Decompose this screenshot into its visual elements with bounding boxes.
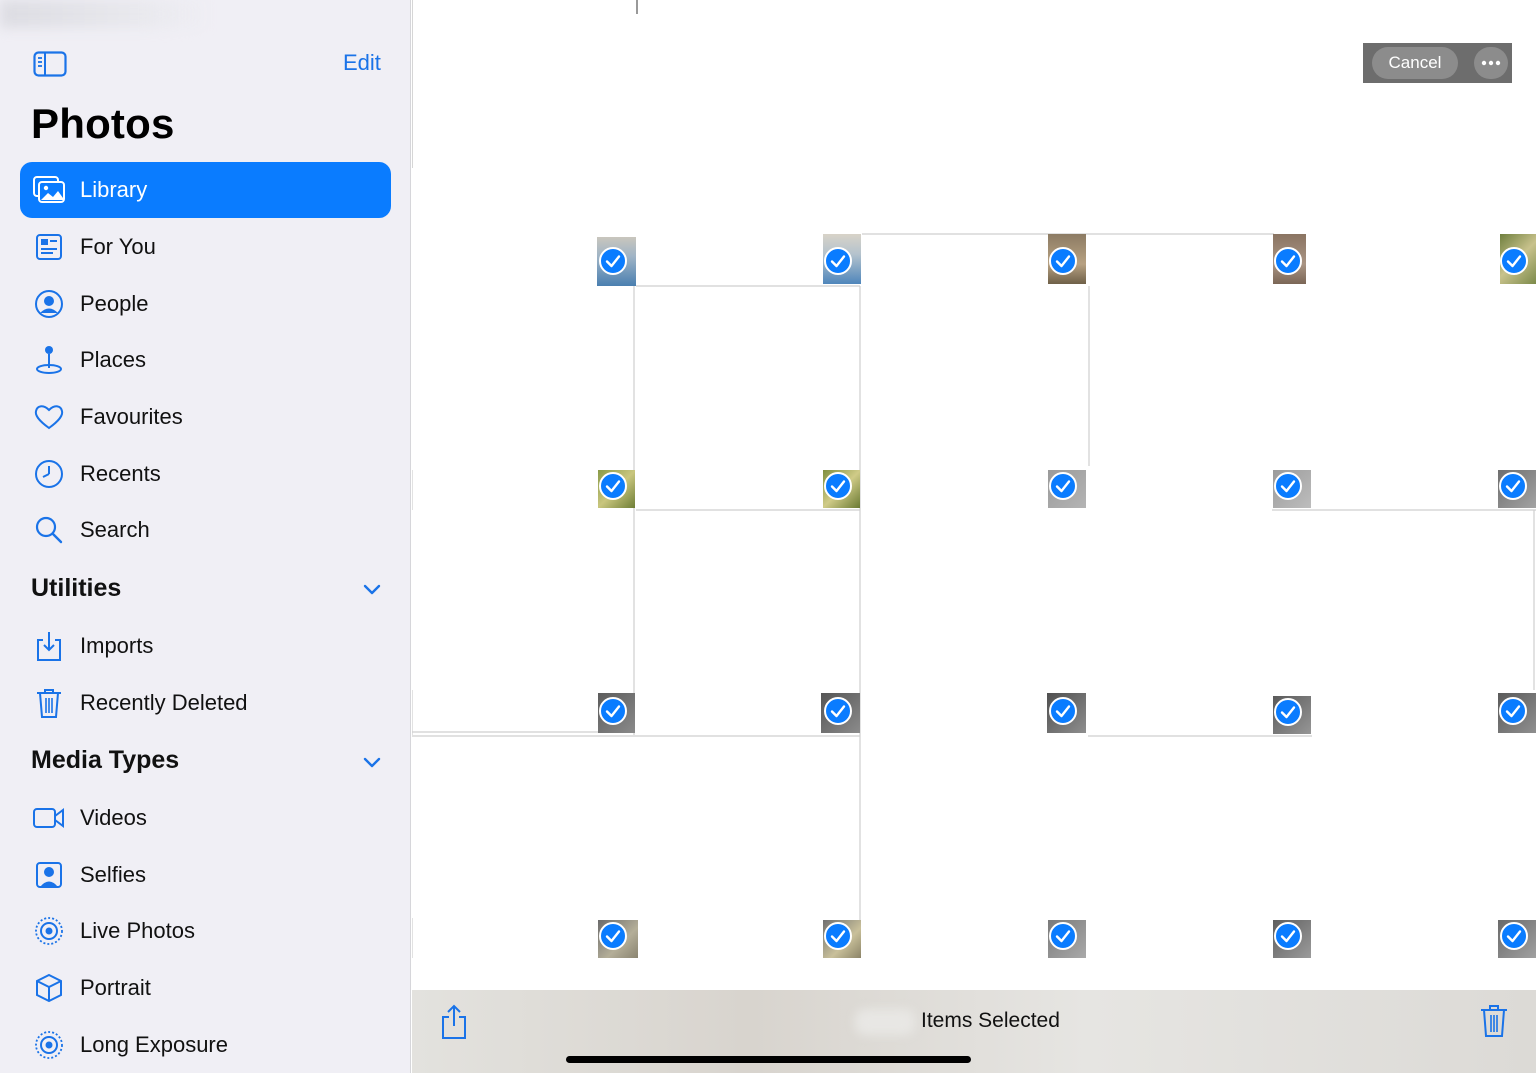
chevron-down-icon[interactable] — [361, 578, 383, 600]
more-options-button[interactable] — [1474, 47, 1508, 79]
selection-status: Items Selected — [921, 1009, 1060, 1032]
sidebar-item-recents[interactable]: Recents — [20, 446, 391, 502]
live-photo-icon — [33, 915, 65, 947]
selfie-icon — [33, 859, 65, 891]
sidebar-item-label: Imports — [80, 633, 154, 658]
clock-icon — [33, 458, 65, 490]
sidebar-item-label: Portrait — [80, 975, 151, 1000]
photo-grid-lines — [412, 0, 1536, 958]
sidebar-item-recently-deleted[interactable]: Recently Deleted — [20, 675, 391, 731]
sidebar-item-selfies[interactable]: Selfies — [20, 847, 391, 903]
home-indicator[interactable] — [566, 1056, 971, 1063]
sidebar-item-for-you[interactable]: For You — [20, 219, 391, 275]
sidebar-item-long-exposure[interactable]: Long Exposure — [20, 1017, 391, 1073]
sidebar-item-label: Selfies — [80, 862, 147, 887]
section-heading-media-types: Media Types — [31, 746, 180, 774]
library-icon — [33, 174, 65, 206]
checkmark-icon[interactable] — [599, 247, 627, 275]
share-icon[interactable] — [440, 1004, 468, 1040]
checkmark-icon[interactable] — [824, 697, 852, 725]
checkmark-icon[interactable] — [1049, 247, 1077, 275]
checkmark-icon[interactable] — [599, 472, 627, 500]
search-icon — [33, 514, 65, 546]
sidebar-item-favourites[interactable]: Favourites — [20, 389, 391, 445]
sidebar-item-people[interactable]: People — [20, 276, 391, 332]
edit-button[interactable]: Edit — [343, 50, 381, 76]
sidebar-item-videos[interactable]: Videos — [20, 790, 391, 846]
sidebar-item-label: For You — [80, 234, 156, 259]
trash-icon — [33, 687, 65, 719]
cancel-button[interactable]: Cancel — [1372, 47, 1458, 79]
chevron-down-icon[interactable] — [361, 751, 383, 773]
checkmark-icon[interactable] — [1499, 697, 1527, 725]
cube-icon — [33, 972, 65, 1004]
sidebar-item-label: People — [80, 291, 149, 316]
checkmark-icon[interactable] — [824, 247, 852, 275]
checkmark-icon[interactable] — [599, 697, 627, 725]
checkmark-icon[interactable] — [599, 922, 627, 950]
ellipsis-icon — [1481, 60, 1501, 66]
checkmark-icon[interactable] — [1274, 698, 1302, 726]
sidebar-item-imports[interactable]: Imports — [20, 618, 391, 674]
selection-count-blur — [855, 1009, 915, 1035]
checkmark-icon[interactable] — [1500, 922, 1528, 950]
sidebar-item-label: Long Exposure — [80, 1032, 228, 1057]
sidebar-item-places[interactable]: Places — [20, 332, 391, 388]
checkmark-icon[interactable] — [1274, 247, 1302, 275]
people-icon — [33, 288, 65, 320]
checkmark-icon[interactable] — [824, 922, 852, 950]
sidebar-item-label: Recently Deleted — [80, 690, 248, 715]
checkmark-icon[interactable] — [824, 472, 852, 500]
for-you-icon — [33, 231, 65, 263]
sidebar: Edit Photos Library For You People Place… — [0, 0, 411, 1073]
checkmark-icon[interactable] — [1049, 472, 1077, 500]
sidebar-item-search[interactable]: Search — [20, 502, 391, 558]
checkmark-icon[interactable] — [1049, 697, 1077, 725]
checkmark-icon[interactable] — [1274, 922, 1302, 950]
sidebar-item-label: Recents — [80, 461, 161, 486]
sidebar-item-label: Library — [80, 177, 148, 202]
sidebar-item-label: Videos — [80, 805, 147, 830]
import-icon — [33, 630, 65, 662]
sidebar-toggle-icon[interactable] — [33, 51, 67, 77]
page-title: Photos — [31, 100, 175, 147]
checkmark-icon[interactable] — [1499, 472, 1527, 500]
section-heading-utilities: Utilities — [31, 574, 122, 602]
checkmark-icon[interactable] — [1049, 922, 1077, 950]
status-bar-blur — [0, 0, 210, 28]
sidebar-item-portrait[interactable]: Portrait — [20, 960, 391, 1016]
delete-trash-icon[interactable] — [1480, 1004, 1508, 1038]
sidebar-item-label: Favourites — [80, 404, 183, 429]
sidebar-item-label: Places — [80, 347, 147, 372]
places-icon — [33, 344, 65, 376]
sidebar-item-library[interactable]: Library — [20, 162, 391, 218]
checkmark-icon[interactable] — [1500, 247, 1528, 275]
video-icon — [33, 802, 65, 834]
live-photo-icon — [33, 1029, 65, 1061]
heart-icon — [33, 401, 65, 433]
sidebar-item-live-photos[interactable]: Live Photos — [20, 903, 391, 959]
sidebar-item-label: Search — [80, 517, 150, 542]
checkmark-icon[interactable] — [1274, 472, 1302, 500]
sidebar-item-label: Live Photos — [80, 918, 195, 943]
